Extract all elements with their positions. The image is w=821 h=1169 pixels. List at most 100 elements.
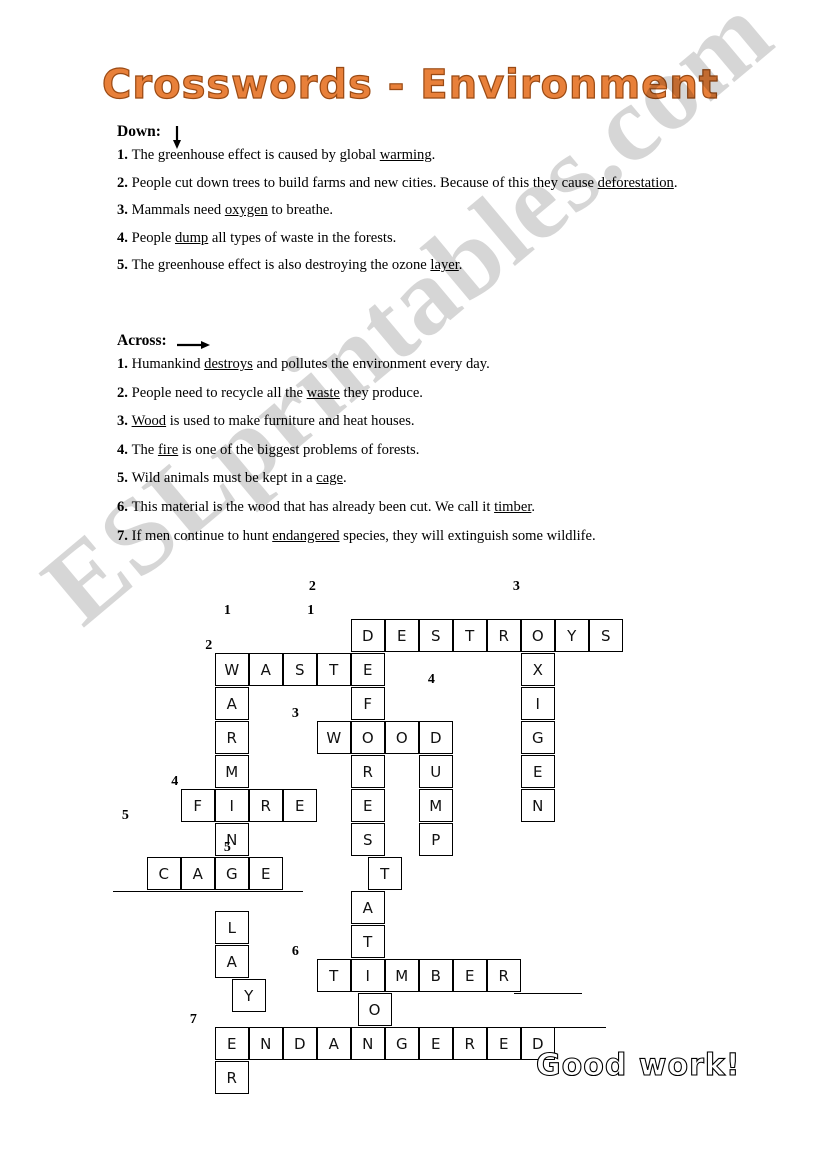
crossword-cell[interactable]: A bbox=[351, 891, 385, 924]
across-clue-7: 7. If men continue to hunt endangered sp… bbox=[117, 527, 717, 544]
crossword-cell[interactable]: W bbox=[317, 721, 351, 754]
crossword-cell[interactable]: A bbox=[215, 687, 249, 720]
clue-text-tail: species, they will extinguish some wildl… bbox=[339, 527, 596, 544]
crossword-clue-number: 3 bbox=[512, 579, 520, 595]
crossword-cell[interactable]: R bbox=[215, 721, 249, 754]
across-clue-4: 4. The fire is one of the biggest proble… bbox=[117, 442, 717, 458]
crossword-cell[interactable]: Y bbox=[232, 979, 266, 1013]
crossword-cell[interactable]: I bbox=[215, 789, 249, 822]
crossword-cell[interactable]: G bbox=[385, 1027, 419, 1060]
crossword-cell[interactable]: E bbox=[453, 959, 487, 992]
crossword-cell[interactable]: R bbox=[487, 619, 521, 652]
clue-answer: timber bbox=[494, 498, 532, 515]
across-heading-label: Across: bbox=[117, 332, 167, 349]
crossword-cell[interactable]: N bbox=[351, 1027, 385, 1060]
crossword-cell[interactable]: E bbox=[419, 1027, 453, 1060]
crossword-cell[interactable]: T bbox=[351, 925, 385, 958]
crossword-cell[interactable]: X bbox=[521, 653, 555, 686]
crossword-cell[interactable]: C bbox=[147, 857, 181, 890]
crossword-cell[interactable]: S bbox=[589, 619, 623, 652]
crossword-cell[interactable]: R bbox=[453, 1027, 487, 1060]
crossword-cell[interactable]: E bbox=[487, 1027, 521, 1060]
crossword-cell[interactable]: B bbox=[419, 959, 453, 992]
crossword-cell[interactable]: U bbox=[419, 755, 453, 788]
good-work-text: Good work! bbox=[535, 1047, 741, 1083]
crossword-cell[interactable]: D bbox=[351, 619, 385, 652]
crossword-clue-number: 2 bbox=[308, 579, 316, 595]
crossword-cell[interactable]: E bbox=[283, 789, 317, 822]
clue-text: People cut down trees to build farms and… bbox=[131, 174, 598, 191]
clue-text: Wild animals must be kept in a bbox=[131, 470, 317, 487]
crossword-cell[interactable]: S bbox=[351, 823, 385, 856]
crossword-cell[interactable]: R bbox=[249, 789, 283, 822]
crossword-cell[interactable]: O bbox=[521, 619, 555, 652]
crossword-cell[interactable]: I bbox=[521, 687, 555, 720]
crossword-cell[interactable]: M bbox=[419, 789, 453, 822]
crossword-cell[interactable]: G bbox=[521, 721, 555, 754]
clue-answer: cage bbox=[316, 470, 343, 487]
crossword-cell[interactable]: L bbox=[215, 911, 249, 945]
clue-text-tail: they produce. bbox=[339, 384, 423, 401]
crossword-cell[interactable]: O bbox=[357, 993, 392, 1026]
clue-text: If men continue to hunt bbox=[131, 527, 273, 544]
crossword-cell[interactable]: W bbox=[215, 653, 249, 686]
crossword-cell[interactable]: A bbox=[181, 857, 215, 890]
crossword-cell[interactable]: A bbox=[215, 945, 249, 979]
clue-number: 1. bbox=[117, 356, 132, 372]
crossword-cell[interactable]: T bbox=[368, 857, 402, 890]
crossword-cell[interactable]: E bbox=[215, 1027, 249, 1060]
crossword-cell[interactable]: E bbox=[351, 789, 385, 822]
down-clue-5: 5. The greenhouse effect is also destroy… bbox=[117, 258, 717, 273]
crossword-cell[interactable]: O bbox=[385, 721, 419, 754]
clue-text: The greenhouse effect is also destroying… bbox=[131, 257, 431, 274]
clue-answer: deforestation bbox=[597, 174, 674, 191]
crossword-cell[interactable]: T bbox=[317, 653, 351, 686]
crossword-cell[interactable]: F bbox=[351, 687, 385, 720]
crossword-cell[interactable]: I bbox=[351, 959, 385, 992]
crossword-cell[interactable]: R bbox=[215, 1061, 249, 1094]
crossword-cell[interactable]: E bbox=[351, 653, 385, 686]
clue-text: People bbox=[131, 229, 175, 246]
crossword-cell[interactable]: G bbox=[215, 857, 249, 890]
crossword-cell[interactable]: N bbox=[249, 1027, 283, 1060]
down-heading-label: Down: bbox=[117, 123, 161, 140]
crossword-grid[interactable]: DESTROYSWASTEXAFIRWOODGMRUEFIREEMNNSPCAG… bbox=[113, 579, 733, 1094]
clue-number: 2. bbox=[117, 384, 132, 401]
down-clue-1: 1. The greenhouse effect is caused by gl… bbox=[117, 148, 717, 163]
crossword-cell[interactable]: N bbox=[521, 789, 555, 822]
clue-answer: oxygen bbox=[224, 202, 268, 219]
crossword-clue-number: 1 bbox=[223, 603, 231, 619]
clue-answer: dump bbox=[174, 229, 209, 246]
across-clue-list: 1. Humankind destroys and pollutes the e… bbox=[117, 357, 717, 543]
down-clue-2: 2. People cut down trees to build farms … bbox=[117, 174, 717, 191]
clue-text-tail: is used to make furniture and heat house… bbox=[166, 413, 415, 430]
crossword-cell[interactable]: S bbox=[283, 653, 317, 686]
crossword-cell[interactable]: F bbox=[181, 789, 215, 822]
clue-text: This material is the wood that has alrea… bbox=[131, 498, 495, 515]
crossword-cell[interactable]: D bbox=[283, 1027, 317, 1060]
clue-text-tail: all types of waste in the forests. bbox=[208, 229, 397, 246]
crossword-cell[interactable]: T bbox=[317, 959, 351, 992]
crossword-cell[interactable]: T bbox=[453, 619, 487, 652]
crossword-cell[interactable]: D bbox=[419, 721, 453, 754]
crossword-cell[interactable]: R bbox=[351, 755, 385, 788]
crossword-cell[interactable]: M bbox=[385, 959, 419, 992]
clue-text-tail: and pollutes the environment every day. bbox=[252, 356, 490, 372]
crossword-cell[interactable]: E bbox=[385, 619, 419, 652]
crossword-cell[interactable]: Y bbox=[555, 619, 589, 652]
crossword-cell[interactable]: E bbox=[249, 857, 283, 890]
crossword-cell[interactable]: R bbox=[487, 959, 521, 992]
crossword-clue-number: 5 bbox=[223, 839, 231, 855]
crossword-cell[interactable]: O bbox=[351, 721, 385, 754]
crossword-cell[interactable]: E bbox=[521, 755, 555, 788]
arrow-down-icon bbox=[171, 126, 183, 150]
clue-number: 4. bbox=[117, 229, 132, 246]
crossword-cell[interactable]: M bbox=[215, 755, 249, 788]
crossword-cell[interactable]: P bbox=[419, 823, 453, 856]
clue-text-tail: . bbox=[673, 174, 678, 191]
page-title: Crosswords - Environment bbox=[101, 61, 719, 108]
across-clues-section: Across: 1. Humankind destroys and pollut… bbox=[117, 331, 717, 557]
crossword-cell[interactable]: A bbox=[317, 1027, 351, 1060]
crossword-cell[interactable]: S bbox=[419, 619, 453, 652]
crossword-cell[interactable]: A bbox=[249, 653, 283, 686]
